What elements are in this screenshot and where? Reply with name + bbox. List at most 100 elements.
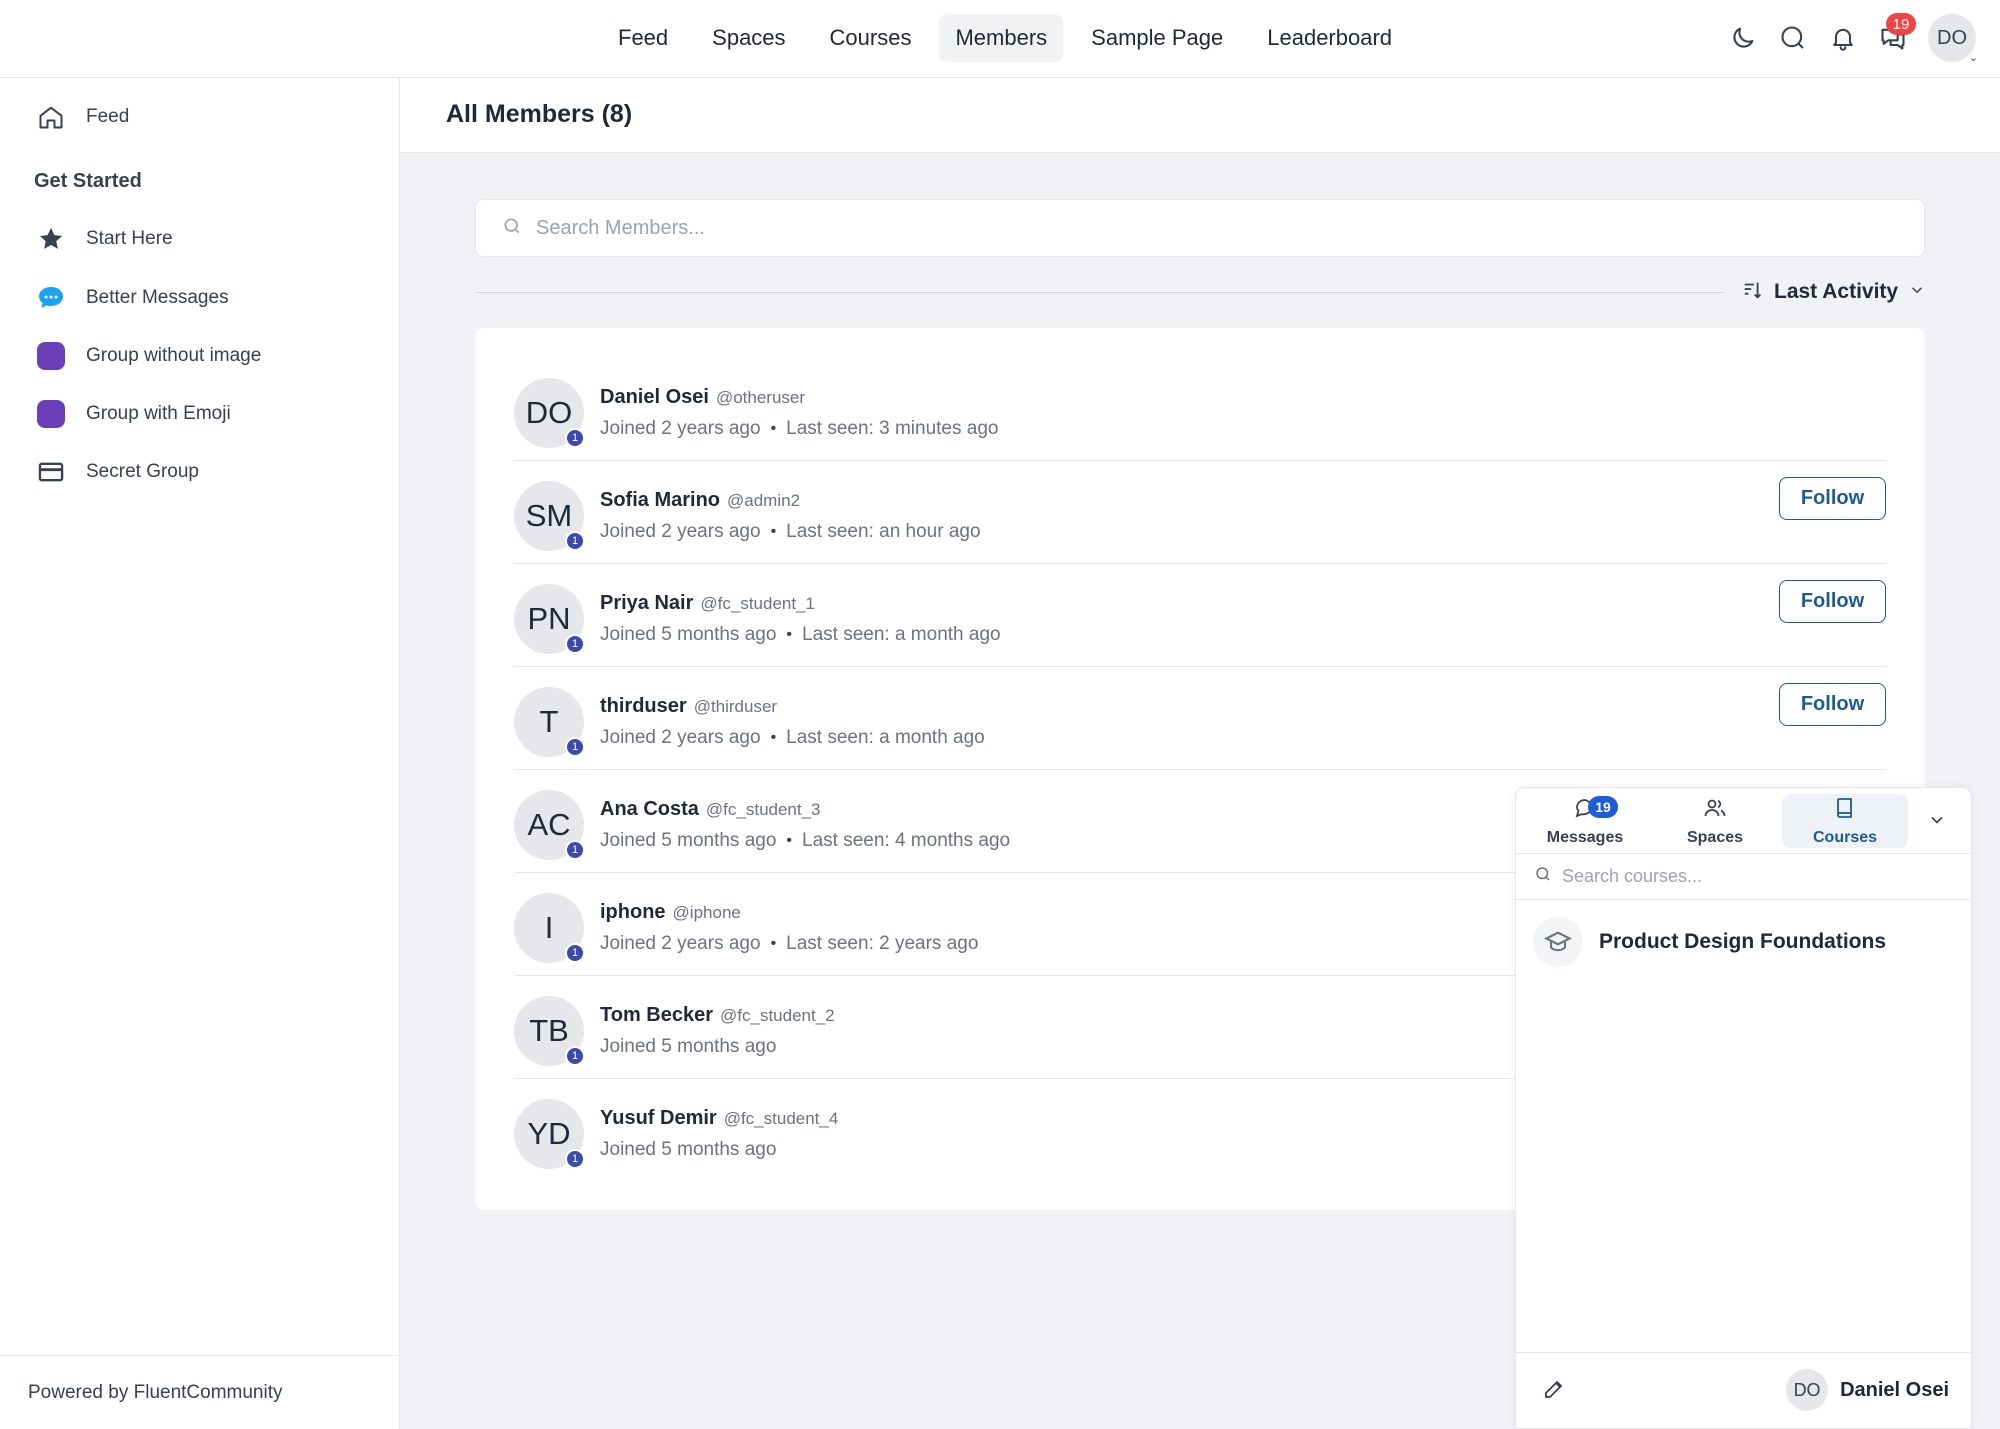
separator-dot: • xyxy=(786,626,793,643)
nav-members[interactable]: Members xyxy=(939,14,1064,62)
member-name[interactable]: Daniel Osei xyxy=(600,386,709,409)
sidebar-item-feed[interactable]: Feed xyxy=(34,97,129,137)
member-row[interactable]: DO 1 Daniel Osei @otheruser Joined 2 yea… xyxy=(514,358,1886,461)
member-name[interactable]: Ana Costa xyxy=(600,798,699,821)
level-badge: 1 xyxy=(565,943,585,963)
last-seen-text: Last seen: 3 minutes ago xyxy=(786,418,999,439)
sidebar-item-label: Start Here xyxy=(86,228,173,249)
sidebar-item-label: Group without image xyxy=(86,345,262,366)
avatar-initials: T xyxy=(539,704,559,739)
course-list-item[interactable]: Product Design Foundations xyxy=(1533,916,1886,968)
panel-footer: DO Daniel Osei xyxy=(1516,1352,1971,1428)
sidebar-item-label: Better Messages xyxy=(86,287,229,308)
member-handle: @fc_student_1 xyxy=(700,594,815,613)
member-search xyxy=(475,199,1925,257)
sort-dropdown[interactable]: Last Activity xyxy=(1742,276,1926,308)
avatar-initials: SM xyxy=(525,498,573,533)
floating-quick-panel: Messages 19 Spaces Courses Product De xyxy=(1515,787,1972,1429)
tab-messages[interactable]: Messages 19 xyxy=(1522,794,1648,848)
course-search-input[interactable] xyxy=(1562,866,1962,887)
separator-dot: • xyxy=(770,420,777,437)
joined-text: Joined 2 years ago xyxy=(600,933,761,954)
edit-pencil-icon[interactable] xyxy=(1542,1377,1570,1405)
page-title: All Members (8) xyxy=(446,100,633,128)
member-name[interactable]: Yusuf Demir xyxy=(600,1107,717,1130)
member-search-input[interactable] xyxy=(536,216,1886,240)
tab-courses[interactable]: Courses xyxy=(1782,794,1908,848)
follow-button[interactable]: Follow xyxy=(1779,477,1886,520)
member-handle: @otheruser xyxy=(715,388,806,407)
last-seen-text: Last seen: an hour ago xyxy=(786,521,981,542)
sort-icon xyxy=(1742,279,1764,306)
follow-button[interactable]: Follow xyxy=(1779,683,1886,726)
chevron-down-icon[interactable] xyxy=(1927,810,1951,834)
chevron-down-icon: ⌄ xyxy=(1968,52,1978,64)
purple-square-icon xyxy=(34,339,68,373)
messages-chat-icon[interactable]: 19 xyxy=(1878,13,1916,53)
member-handle: @fc_student_4 xyxy=(723,1109,839,1128)
member-handle: @thirduser xyxy=(693,697,778,716)
member-name[interactable]: Priya Nair xyxy=(600,592,693,615)
search-icon xyxy=(1534,865,1552,888)
separator-dot: • xyxy=(786,832,793,849)
sidebar-item-label: Secret Group xyxy=(86,461,199,482)
level-badge: 1 xyxy=(565,737,585,757)
nav-sample-page[interactable]: Sample Page xyxy=(1075,14,1239,62)
sidebar-item-group-with-emoji[interactable]: Group with Emoji xyxy=(34,394,231,434)
nav-leaderboard[interactable]: Leaderboard xyxy=(1251,14,1408,62)
sidebar: Feed Get Started Start Here Better Messa… xyxy=(0,78,400,1429)
messages-count-badge: 19 xyxy=(1588,796,1618,818)
avatar: DO xyxy=(1786,1369,1829,1411)
member-row[interactable]: T 1 thirduser @thirduser Joined 2 years … xyxy=(514,667,1886,770)
last-seen-text: Last seen: 4 months ago xyxy=(802,830,1011,851)
member-name[interactable]: Sofia Marino xyxy=(600,489,720,512)
sidebar-item-secret-group[interactable]: Secret Group xyxy=(34,452,199,492)
level-badge: 1 xyxy=(565,1046,585,1066)
follow-button[interactable]: Follow xyxy=(1779,580,1886,623)
last-seen-text: Last seen: a month ago xyxy=(786,727,985,748)
tab-label: Courses xyxy=(1812,828,1878,846)
nav-feed[interactable]: Feed xyxy=(602,14,684,62)
member-name[interactable]: iphone xyxy=(600,901,666,924)
member-name[interactable]: thirduser xyxy=(600,695,687,718)
joined-text: Joined 2 years ago xyxy=(600,521,761,542)
member-row[interactable]: SM 1 Sofia Marino @admin2 Joined 2 years… xyxy=(514,461,1886,564)
dark-mode-moon-icon[interactable] xyxy=(1728,23,1758,53)
level-badge: 1 xyxy=(565,1149,585,1169)
member-handle: @fc_student_2 xyxy=(720,1006,835,1025)
sidebar-item-label: Feed xyxy=(86,106,130,127)
nav-spaces[interactable]: Spaces xyxy=(696,14,801,62)
top-nav: Feed Spaces Courses Members Sample Page … xyxy=(602,14,1408,64)
home-icon xyxy=(34,100,68,134)
sidebar-item-group-without-image[interactable]: Group without image xyxy=(34,336,261,376)
nav-courses[interactable]: Courses xyxy=(814,14,928,62)
member-handle: @admin2 xyxy=(727,491,801,510)
joined-text: Joined 5 months ago xyxy=(600,1139,777,1160)
book-icon xyxy=(1833,796,1857,825)
separator-dot: • xyxy=(770,729,777,746)
tab-label: Spaces xyxy=(1686,828,1744,846)
sidebar-item-start-here[interactable]: Start Here xyxy=(34,219,173,259)
joined-text: Joined 2 years ago xyxy=(600,727,761,748)
sidebar-item-label: Group with Emoji xyxy=(86,403,231,424)
member-name[interactable]: Tom Becker xyxy=(600,1004,713,1027)
member-row[interactable]: PN 1 Priya Nair @fc_student_1 Joined 5 m… xyxy=(514,564,1886,667)
last-seen-text: Last seen: 2 years ago xyxy=(786,933,979,954)
search-icon xyxy=(502,216,522,241)
avatar-initials: I xyxy=(544,910,554,945)
top-actions: 19 DO ⌄ xyxy=(1728,13,1978,64)
tab-spaces[interactable]: Spaces xyxy=(1652,794,1778,848)
separator-dot: • xyxy=(770,935,777,952)
sort-label: Last Activity xyxy=(1774,280,1899,303)
level-badge: 1 xyxy=(565,428,585,448)
panel-user[interactable]: DO Daniel Osei xyxy=(1786,1369,1949,1411)
sidebar-item-better-messages[interactable]: Better Messages xyxy=(34,278,229,318)
course-title: Product Design Foundations xyxy=(1599,930,1886,953)
joined-text: Joined 5 months ago xyxy=(600,1036,777,1057)
separator-dot: • xyxy=(770,523,777,540)
search-icon[interactable] xyxy=(1778,23,1808,53)
notifications-bell-icon[interactable] xyxy=(1828,23,1858,53)
powered-by-footer: Powered by FluentCommunity xyxy=(0,1355,399,1429)
avatar-initials: TB xyxy=(529,1013,569,1048)
user-avatar-menu[interactable]: DO ⌄ xyxy=(1928,14,1978,64)
